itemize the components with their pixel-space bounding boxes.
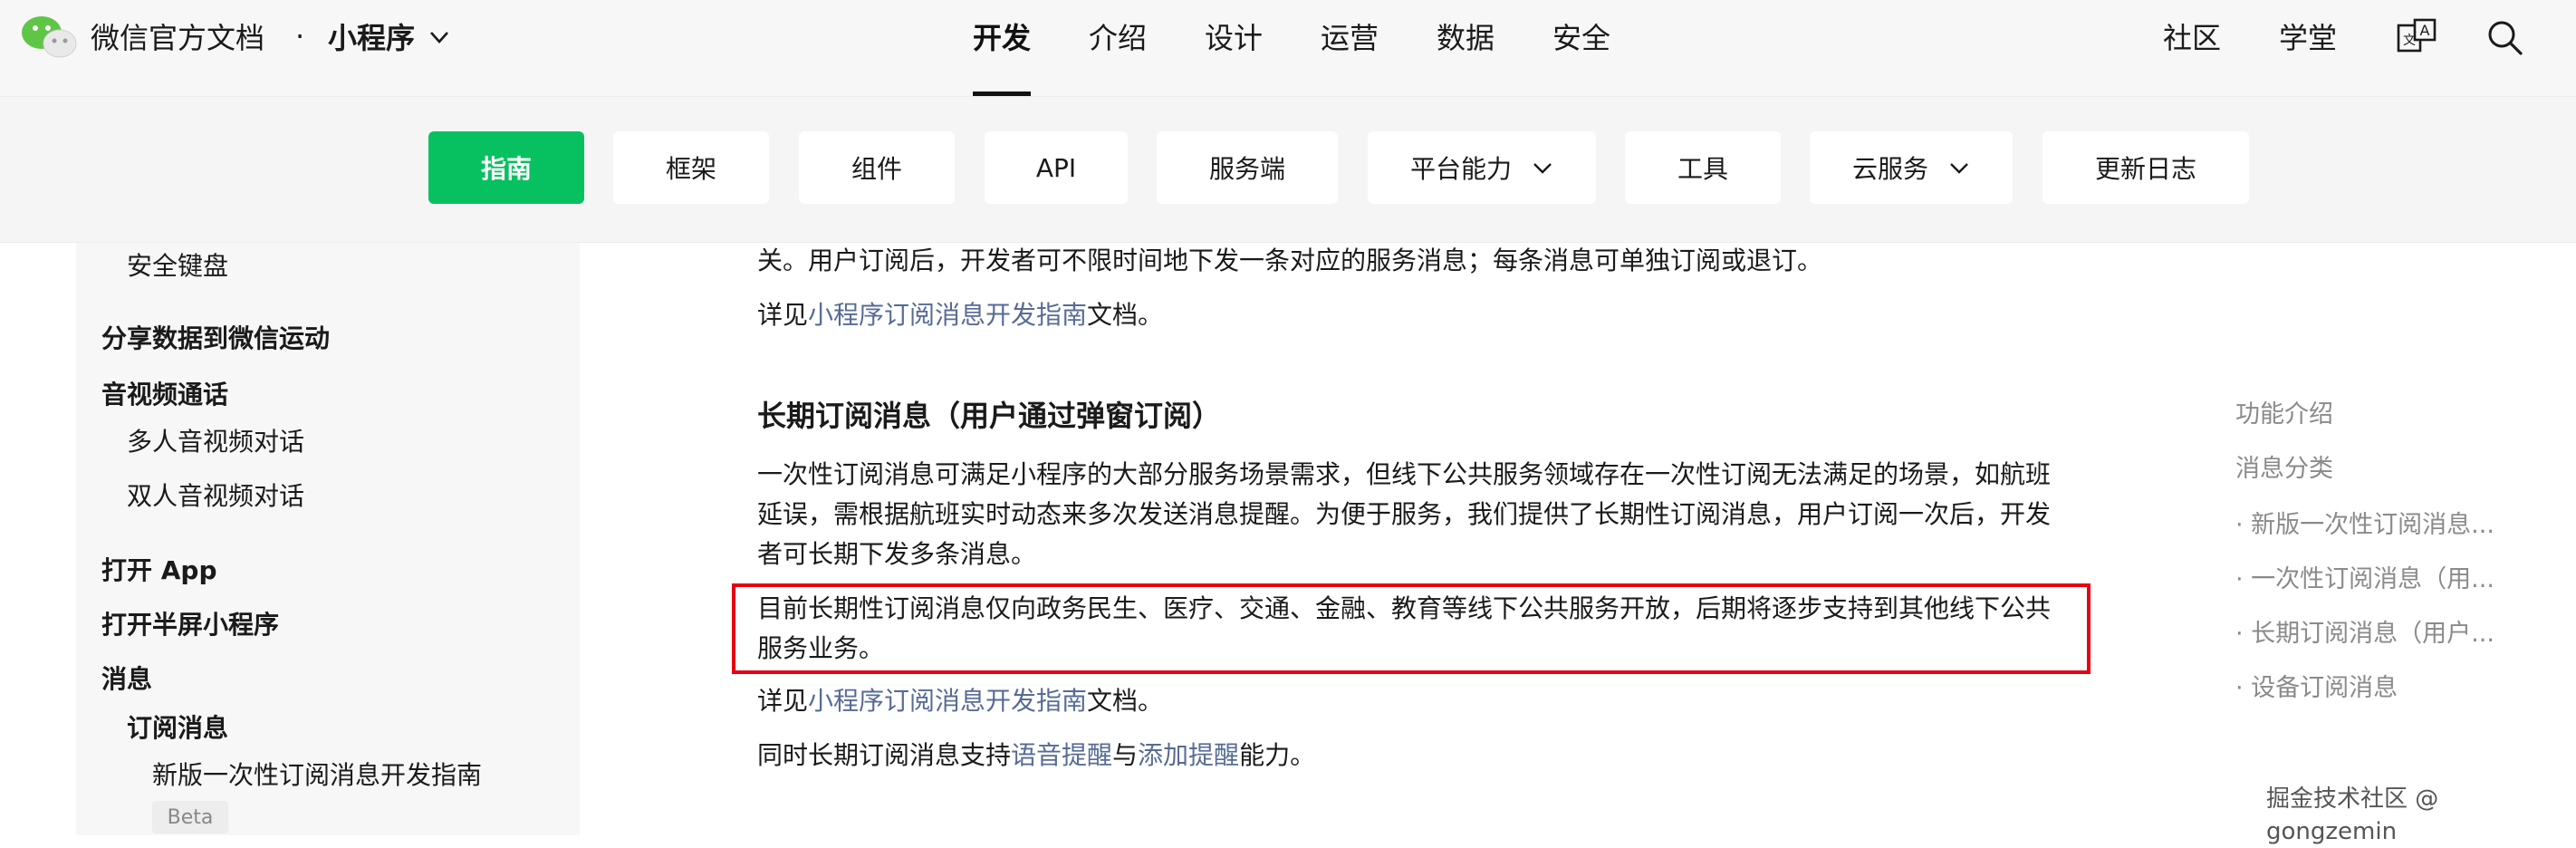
- tab-label: 框架: [665, 154, 716, 184]
- search-icon[interactable]: [2484, 16, 2527, 60]
- paragraph-text: 文档。: [1087, 686, 1164, 716]
- tab-api[interactable]: API: [985, 131, 1128, 204]
- content-paragraph: 同时长期订阅消息支持语音提醒与添加提醒能力。: [757, 736, 1315, 776]
- sidebar-item-multi-av[interactable]: 多人音视频对话: [127, 424, 304, 460]
- subscribe-guide-link[interactable]: 小程序订阅消息开发指南: [808, 686, 1087, 716]
- toc-item-categories[interactable]: 消息分类: [2235, 451, 2333, 487]
- nav-dev[interactable]: 开发: [973, 18, 1031, 58]
- tab-label: 云服务: [1851, 154, 1928, 184]
- sidebar-item-werun[interactable]: 分享数据到微信运动: [101, 321, 330, 357]
- tab-framework[interactable]: 框架: [613, 131, 769, 204]
- voice-reminder-link[interactable]: 语音提醒: [1011, 740, 1112, 770]
- sidebar-item-half-screen[interactable]: 打开半屏小程序: [101, 607, 279, 643]
- svg-text:A: A: [2420, 22, 2430, 39]
- tab-label: 平台能力: [1409, 154, 1512, 184]
- content-paragraph: 详见小程序订阅消息开发指南文档。: [757, 681, 1163, 721]
- paragraph-text: 与: [1112, 740, 1139, 770]
- toc-item-features[interactable]: 功能介绍: [2235, 397, 2333, 433]
- content-paragraph: 关。用户订阅后，开发者可不限时间地下发一条对应的服务消息；每条消息可单独订阅或退…: [757, 241, 1822, 281]
- paragraph-text: 同时长期订阅消息支持: [757, 740, 1012, 770]
- tab-label: 指南: [480, 154, 532, 184]
- nav-security[interactable]: 安全: [1552, 18, 1610, 58]
- paragraph-line: 延误，需根据航班实时动态来多次发送消息提醒。为便于服务，我们提供了长期性订阅消息…: [757, 499, 2052, 529]
- paragraph-line: 一次性订阅消息可满足小程序的大部分服务场景需求，但线下公共服务领域存在一次性订阅…: [757, 459, 2052, 489]
- chevron-down-icon[interactable]: [428, 25, 451, 49]
- content-paragraph: 一次性订阅消息可满足小程序的大部分服务场景需求，但线下公共服务领域存在一次性订阅…: [757, 455, 2051, 574]
- paragraph-text: 详见: [757, 686, 809, 716]
- community-link[interactable]: 社区: [2163, 18, 2221, 58]
- tab-platform-capabilities[interactable]: 平台能力: [1368, 131, 1596, 204]
- sidebar-item-open-app[interactable]: 打开 App: [101, 553, 217, 589]
- sidebar-item-new-subscribe-guide[interactable]: 新版一次性订阅消息开发指南: [152, 757, 482, 794]
- tab-tools[interactable]: 工具: [1625, 131, 1781, 204]
- sidebar-item-message[interactable]: 消息: [101, 661, 152, 698]
- tab-label: API: [1035, 152, 1077, 183]
- paragraph-line: 者可长期下发多条消息。: [757, 539, 1037, 569]
- nav-design[interactable]: 设计: [1205, 18, 1263, 58]
- paragraph-text: 关。用户订阅后，开发者可不限时间地下发一条对应的服务消息；每条消息可单独订阅或退…: [757, 246, 1823, 275]
- academy-link[interactable]: 学堂: [2279, 18, 2337, 58]
- nav-data[interactable]: 数据: [1437, 18, 1495, 58]
- tab-changelog[interactable]: 更新日志: [2043, 131, 2249, 204]
- red-highlight-box: [732, 583, 2091, 674]
- wechat-logo-icon[interactable]: [20, 13, 80, 63]
- tab-label: 组件: [851, 154, 902, 184]
- sub-nav: 指南 框架 组件 API 服务端 平台能力 工具 云服务 更新日志: [0, 97, 2576, 243]
- sidebar-item-subscribe-message[interactable]: 订阅消息: [127, 710, 228, 747]
- brand-separator: ·: [295, 19, 305, 53]
- translate-icon[interactable]: A 文: [2395, 16, 2438, 60]
- paragraph-text: 详见: [757, 300, 809, 330]
- section-heading: 长期订阅消息（用户通过弹窗订阅）: [757, 399, 1222, 433]
- tab-cloud[interactable]: 云服务: [1810, 131, 2013, 204]
- chevron-down-icon: [1950, 163, 1968, 174]
- content-paragraph: 详见小程序订阅消息开发指南文档。: [757, 295, 1163, 335]
- watermark: 掘金技术社区 @ gongzemin: [2266, 785, 2439, 845]
- tab-label: 服务端: [1208, 154, 1285, 184]
- toc-item-one-time[interactable]: · 一次性订阅消息（用...: [2235, 562, 2494, 598]
- tab-label: 工具: [1677, 154, 1728, 184]
- paragraph-text: 能力。: [1239, 740, 1316, 770]
- product-switcher[interactable]: 小程序: [328, 18, 415, 58]
- svg-text:文: 文: [2403, 34, 2416, 48]
- sidebar-item-secure-keyboard[interactable]: 安全键盘: [127, 248, 228, 284]
- nav-operation[interactable]: 运营: [1321, 18, 1379, 58]
- sidebar-item-av-call[interactable]: 音视频通话: [101, 377, 228, 413]
- tab-guide[interactable]: 指南: [428, 131, 584, 204]
- tab-server[interactable]: 服务端: [1157, 131, 1338, 204]
- top-header: 微信官方文档 · 小程序 开发 介绍 设计 运营 数据 安全 社区 学堂 A 文: [0, 0, 2576, 97]
- nav-active-indicator: [973, 92, 1031, 96]
- subscribe-guide-link[interactable]: 小程序订阅消息开发指南: [808, 300, 1087, 330]
- nav-intro[interactable]: 介绍: [1089, 18, 1147, 58]
- sidebar-item-dual-av[interactable]: 双人音视频对话: [127, 478, 304, 515]
- toc-item-device[interactable]: · 设备订阅消息: [2235, 670, 2398, 707]
- brand-title[interactable]: 微信官方文档: [91, 18, 264, 58]
- tab-label: 更新日志: [2094, 154, 2196, 184]
- paragraph-text: 文档。: [1087, 300, 1164, 330]
- beta-badge: Beta: [152, 801, 228, 834]
- chevron-down-icon: [1533, 163, 1552, 174]
- toc-item-new-one-time[interactable]: · 新版一次性订阅消息...: [2235, 507, 2494, 544]
- add-reminder-link[interactable]: 添加提醒: [1138, 740, 1239, 770]
- toc-item-long-term[interactable]: · 长期订阅消息（用户...: [2235, 616, 2494, 652]
- tab-components[interactable]: 组件: [799, 131, 955, 204]
